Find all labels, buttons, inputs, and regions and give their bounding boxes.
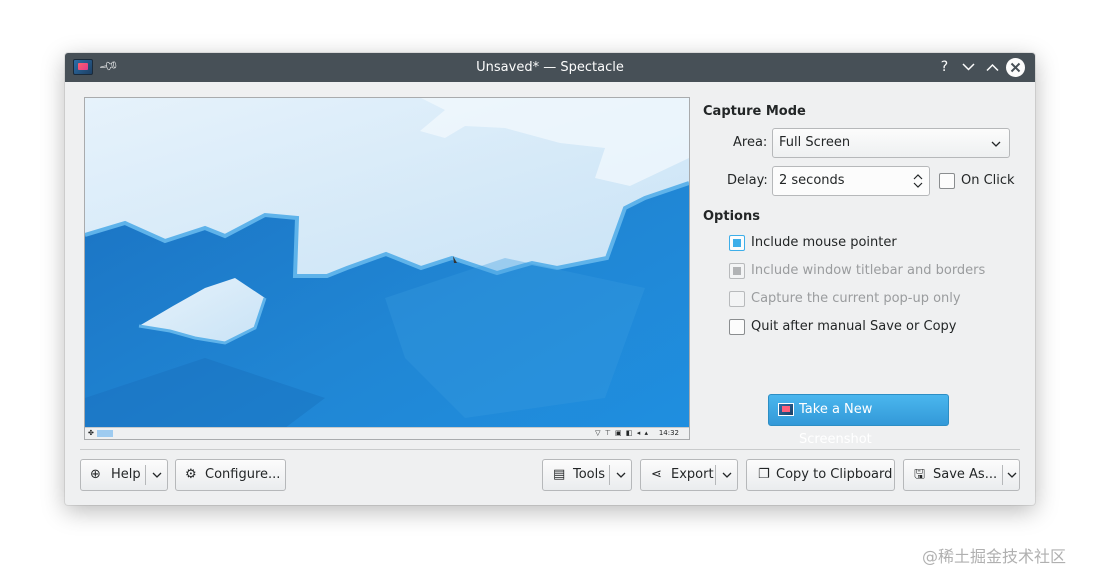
button-separator xyxy=(715,465,716,485)
quit-after-save-checkbox[interactable] xyxy=(729,319,745,335)
watermark: @稀土掘金技术社区 xyxy=(922,547,1067,566)
screenshot-icon xyxy=(778,403,794,416)
window-title: Unsaved* — Spectacle xyxy=(476,60,624,75)
copy-button-label: Copy to Clipboard xyxy=(776,467,893,482)
chevron-down-icon[interactable] xyxy=(1007,472,1017,478)
toolbox-icon: ▤ xyxy=(553,467,566,482)
spin-arrows-icon[interactable] xyxy=(913,173,923,189)
chevron-down-icon xyxy=(991,141,1001,147)
titlebar: 📌︎ Unsaved* — Spectacle ? xyxy=(65,53,1035,82)
take-screenshot-button[interactable]: Take a New Screenshot xyxy=(768,394,949,447)
minimize-icon[interactable] xyxy=(958,56,979,77)
delay-spinbox[interactable]: 2 seconds xyxy=(772,166,930,196)
spectacle-window: 📌︎ Unsaved* — Spectacle ? ✤ ▽ ⊤ ▣ ◧ ◂ ▴ … xyxy=(65,53,1035,505)
system-tray: ▽ ⊤ ▣ ◧ ◂ ▴ xyxy=(595,429,649,437)
screenshot-preview[interactable]: ✤ ▽ ⊤ ▣ ◧ ◂ ▴ 14:32 xyxy=(84,97,690,440)
tools-button-label: Tools xyxy=(573,467,606,482)
on-click-checkbox[interactable] xyxy=(939,173,955,189)
capture-mode-heading: Capture Mode xyxy=(703,104,806,119)
close-icon[interactable] xyxy=(1006,58,1025,77)
include-mouse-pointer-checkbox[interactable] xyxy=(729,235,745,251)
preview-taskbar: ✤ ▽ ⊤ ▣ ◧ ◂ ▴ 14:32 xyxy=(85,427,689,439)
options-heading: Options xyxy=(703,209,760,224)
help-button[interactable]: ⊕ Help xyxy=(80,459,168,491)
save-as-button-label: Save As... xyxy=(933,467,998,482)
divider xyxy=(80,449,1020,450)
taskbar-task xyxy=(97,430,113,437)
area-label: Area: xyxy=(733,135,768,150)
area-combobox[interactable]: Full Screen xyxy=(772,128,1010,158)
kde-launcher-icon: ✤ xyxy=(88,429,94,437)
chevron-down-icon[interactable] xyxy=(616,472,626,478)
save-icon: 🖫︎ xyxy=(914,467,926,482)
configure-button[interactable]: ⚙︎ Configure... xyxy=(175,459,286,491)
button-separator xyxy=(609,465,610,485)
save-as-button[interactable]: 🖫︎ Save As... xyxy=(903,459,1020,491)
chevron-down-icon[interactable] xyxy=(722,472,732,478)
capture-popup-label: Capture the current pop-up only xyxy=(751,291,961,306)
button-separator xyxy=(1002,465,1003,485)
lifebuoy-icon: ⊕ xyxy=(90,467,101,482)
configure-button-label: Configure... xyxy=(205,467,281,482)
sliders-icon: ⚙︎ xyxy=(185,467,197,482)
button-separator xyxy=(145,465,146,485)
wallpaper-image xyxy=(85,98,689,439)
include-titlebar-label: Include window titlebar and borders xyxy=(751,263,986,278)
maximize-icon[interactable] xyxy=(982,57,1003,78)
on-click-label: On Click xyxy=(961,173,1015,188)
taskbar-clock: 14:32 xyxy=(658,429,679,437)
export-button[interactable]: ⋖ Export xyxy=(640,459,738,491)
help-button-label: Help xyxy=(111,467,141,482)
include-mouse-pointer-label: Include mouse pointer xyxy=(751,235,897,250)
copy-icon: ❐ xyxy=(758,467,770,482)
take-screenshot-label: Take a New Screenshot xyxy=(799,402,873,447)
delay-value: 2 seconds xyxy=(779,173,845,188)
help-icon[interactable]: ? xyxy=(934,57,955,78)
delay-label: Delay: xyxy=(727,173,768,188)
export-button-label: Export xyxy=(671,467,714,482)
tools-button[interactable]: ▤ Tools xyxy=(542,459,632,491)
capture-popup-checkbox xyxy=(729,291,745,307)
chevron-down-icon[interactable] xyxy=(152,472,162,478)
quit-after-save-label: Quit after manual Save or Copy xyxy=(751,319,957,334)
area-value: Full Screen xyxy=(779,135,851,150)
copy-to-clipboard-button[interactable]: ❐ Copy to Clipboard xyxy=(746,459,895,491)
share-icon: ⋖ xyxy=(651,467,662,482)
include-titlebar-checkbox xyxy=(729,263,745,279)
